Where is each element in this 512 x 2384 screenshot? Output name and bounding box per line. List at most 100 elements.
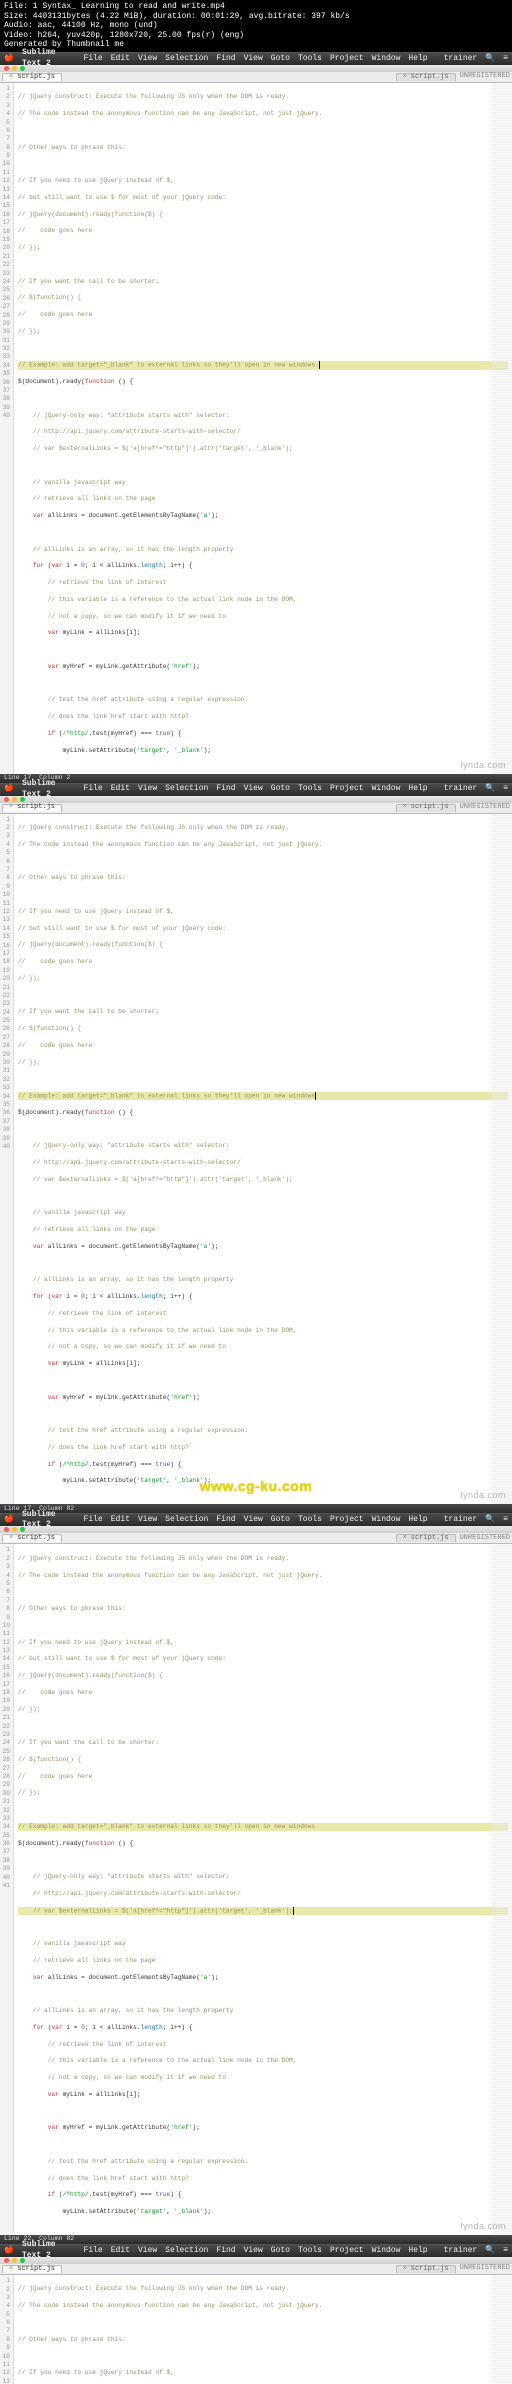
minimize-icon[interactable]	[12, 1527, 17, 1532]
code-editor[interactable]: 1234567891011121314151617181920212223242…	[0, 814, 512, 1505]
menu-view2[interactable]: View	[244, 2246, 263, 2257]
line-gutter: 1234567891011121314151617181920212223242…	[0, 83, 14, 774]
menu-window[interactable]: Window	[372, 54, 401, 65]
minimap[interactable]	[492, 2275, 512, 2384]
code-area[interactable]: // jQuery construct: Execute the followi…	[14, 1544, 512, 2235]
menu-find[interactable]: Find	[216, 1515, 235, 1526]
menu-user[interactable]: trainer	[444, 1515, 478, 1526]
zoom-icon[interactable]	[20, 797, 25, 802]
tab-close-icon[interactable]: ×	[9, 2265, 13, 2274]
minimize-icon[interactable]	[12, 797, 17, 802]
code-area[interactable]: // jQuery construct: Execute the followi…	[14, 2275, 512, 2384]
menu-edit[interactable]: Edit	[111, 54, 130, 65]
file-info-video: Video: h264, yuv420p, 1280x720, 25.00 fp…	[4, 31, 508, 41]
code-editor[interactable]: 1234567891011121314151617181920212223242…	[0, 83, 512, 774]
menu-user[interactable]: trainer	[444, 54, 478, 65]
search-icon[interactable]: 🔍	[485, 54, 495, 65]
menu-file[interactable]: File	[84, 784, 103, 795]
minimap[interactable]	[492, 83, 512, 774]
menu-view[interactable]: View	[138, 2246, 157, 2257]
menu-view2[interactable]: View	[244, 54, 263, 65]
menu-help[interactable]: Help	[408, 1515, 427, 1526]
tab-close-icon[interactable]: ×	[403, 73, 407, 82]
tab-inactive[interactable]: ×script.js	[396, 804, 456, 812]
menu-view[interactable]: View	[138, 784, 157, 795]
menu-project[interactable]: Project	[330, 784, 364, 795]
code-area[interactable]: // jQuery construct: Execute the followi…	[14, 83, 512, 774]
menu-help[interactable]: Help	[408, 54, 427, 65]
menu-goto[interactable]: Goto	[271, 54, 290, 65]
menu-edit[interactable]: Edit	[111, 2246, 130, 2257]
tab-active[interactable]: ×script.js	[2, 73, 62, 81]
menu-tools[interactable]: Tools	[298, 2246, 322, 2257]
menu-view2[interactable]: View	[244, 784, 263, 795]
code-editor[interactable]: 1234567891011121314151617181920212223242…	[0, 1544, 512, 2235]
tab-inactive[interactable]: ×script.js	[396, 73, 456, 81]
menu-goto[interactable]: Goto	[271, 1515, 290, 1526]
menu-find[interactable]: Find	[216, 784, 235, 795]
menu-icon[interactable]: ≡	[503, 54, 508, 65]
tab-close-icon[interactable]: ×	[9, 73, 13, 82]
menu-tools[interactable]: Tools	[298, 54, 322, 65]
menu-tools[interactable]: Tools	[298, 784, 322, 795]
menu-selection[interactable]: Selection	[165, 784, 208, 795]
menu-view2[interactable]: View	[244, 1515, 263, 1526]
menu-selection[interactable]: Selection	[165, 2246, 208, 2257]
text-cursor	[293, 1907, 294, 1915]
menu-help[interactable]: Help	[408, 2246, 427, 2257]
menu-edit[interactable]: Edit	[111, 1515, 130, 1526]
tab-close-icon[interactable]: ×	[9, 1534, 13, 1543]
menu-find[interactable]: Find	[216, 54, 235, 65]
menu-icon[interactable]: ≡	[503, 1515, 508, 1526]
menu-project[interactable]: Project	[330, 2246, 364, 2257]
minimap[interactable]	[492, 1544, 512, 2235]
menu-project[interactable]: Project	[330, 54, 364, 65]
minimize-icon[interactable]	[12, 66, 17, 71]
menu-file[interactable]: File	[84, 1515, 103, 1526]
tab-inactive[interactable]: ×script.js	[396, 1534, 456, 1542]
menu-help[interactable]: Help	[408, 784, 427, 795]
menu-window[interactable]: Window	[372, 1515, 401, 1526]
menu-window[interactable]: Window	[372, 784, 401, 795]
close-icon[interactable]	[4, 66, 9, 71]
tab-active[interactable]: ×script.js	[2, 804, 62, 812]
menu-user[interactable]: trainer	[444, 2246, 478, 2257]
menu-goto[interactable]: Goto	[271, 2246, 290, 2257]
tab-close-icon[interactable]: ×	[403, 1534, 407, 1543]
tab-active[interactable]: ×script.js	[2, 1534, 62, 1542]
search-icon[interactable]: 🔍	[485, 2246, 495, 2257]
zoom-icon[interactable]	[20, 2258, 25, 2263]
menu-window[interactable]: Window	[372, 2246, 401, 2257]
tab-close-icon[interactable]: ×	[403, 803, 407, 812]
menu-user[interactable]: trainer	[444, 784, 478, 795]
search-icon[interactable]: 🔍	[485, 784, 495, 795]
minimap[interactable]	[492, 814, 512, 1505]
menu-icon[interactable]: ≡	[503, 784, 508, 795]
menu-view[interactable]: View	[138, 54, 157, 65]
close-icon[interactable]	[4, 1527, 9, 1532]
search-icon[interactable]: 🔍	[485, 1515, 495, 1526]
tab-close-icon[interactable]: ×	[9, 803, 13, 812]
menu-file[interactable]: File	[84, 54, 103, 65]
menu-find[interactable]: Find	[216, 2246, 235, 2257]
menu-icon[interactable]: ≡	[503, 2246, 508, 2257]
menu-view[interactable]: View	[138, 1515, 157, 1526]
close-icon[interactable]	[4, 797, 9, 802]
minimize-icon[interactable]	[12, 2258, 17, 2263]
menu-goto[interactable]: Goto	[271, 784, 290, 795]
editor-pane-3: 🍎 Sublime Text 2 File Edit View Selectio…	[0, 1513, 512, 2244]
menu-selection[interactable]: Selection	[165, 54, 208, 65]
zoom-icon[interactable]	[20, 1527, 25, 1532]
zoom-icon[interactable]	[20, 66, 25, 71]
menu-tools[interactable]: Tools	[298, 1515, 322, 1526]
tab-close-icon[interactable]: ×	[403, 2265, 407, 2274]
menu-file[interactable]: File	[84, 2246, 103, 2257]
tab-inactive[interactable]: ×script.js	[396, 2265, 456, 2273]
code-area[interactable]: // jQuery construct: Execute the followi…	[14, 814, 512, 1505]
code-editor[interactable]: 1234567891011121314151617181920212223242…	[0, 2275, 512, 2384]
close-icon[interactable]	[4, 2258, 9, 2263]
menu-project[interactable]: Project	[330, 1515, 364, 1526]
tab-active[interactable]: ×script.js	[2, 2265, 62, 2273]
menu-edit[interactable]: Edit	[111, 784, 130, 795]
menu-selection[interactable]: Selection	[165, 1515, 208, 1526]
